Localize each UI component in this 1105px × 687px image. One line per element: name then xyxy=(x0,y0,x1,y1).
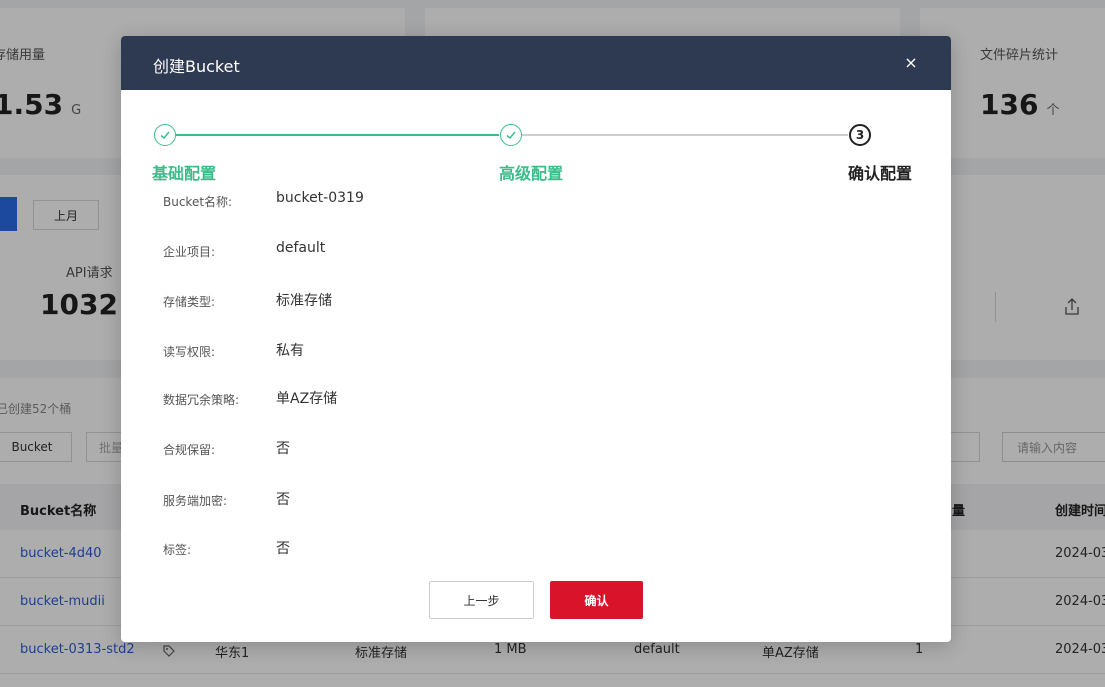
field-value-bucket-name: bucket-0319 xyxy=(276,190,364,206)
create-bucket-dialog: 创建Bucket × 3 基础配置 高级配置 确认配置 Bucket名称: bu… xyxy=(121,36,951,642)
field-value-encryption: 否 xyxy=(276,492,290,508)
step-3-number: 3 xyxy=(849,124,871,146)
field-label-storage-class: 存储类型: xyxy=(163,295,216,309)
field-value-enterprise-project: default xyxy=(276,240,326,256)
step-2-label: 高级配置 xyxy=(499,164,564,183)
field-value-redundancy: 单AZ存储 xyxy=(276,391,338,407)
step-connector-2 xyxy=(522,134,848,136)
field-value-tags: 否 xyxy=(276,541,290,557)
step-1-label: 基础配置 xyxy=(152,164,217,183)
step-1-check-icon xyxy=(154,124,176,146)
dialog-title: 创建Bucket xyxy=(153,57,240,76)
step-connector-1 xyxy=(176,134,499,136)
field-label-enterprise-project: 企业项目: xyxy=(163,245,216,259)
field-label-access-policy: 读写权限: xyxy=(163,345,216,359)
field-value-access-policy: 私有 xyxy=(276,343,304,359)
step-2-check-icon xyxy=(500,124,522,146)
field-value-compliance: 否 xyxy=(276,441,290,457)
field-label-encryption: 服务端加密: xyxy=(163,494,228,508)
close-icon[interactable]: × xyxy=(899,50,923,74)
confirm-button[interactable]: 确认 xyxy=(550,581,643,619)
field-label-compliance: 合规保留: xyxy=(163,443,216,457)
dialog-header: 创建Bucket × xyxy=(121,36,951,90)
field-label-bucket-name: Bucket名称: xyxy=(163,195,233,209)
previous-step-button[interactable]: 上一步 xyxy=(429,581,534,619)
field-label-redundancy: 数据冗余策略: xyxy=(163,393,240,407)
field-label-tags: 标签: xyxy=(163,543,192,557)
field-value-storage-class: 标准存储 xyxy=(276,293,332,309)
step-3-label: 确认配置 xyxy=(848,164,913,183)
